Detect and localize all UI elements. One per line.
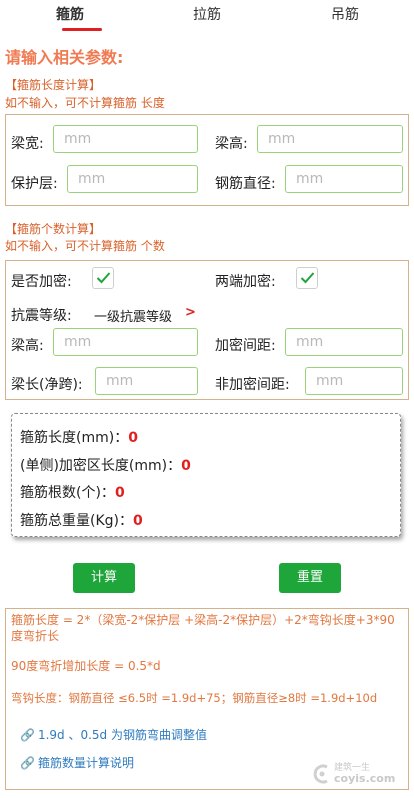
result-dense-zone: (单侧)加密区长度(mm)：0 (20, 455, 191, 475)
link-icon: 🔗 (20, 728, 35, 742)
input-prompt: 请输入相关参数: (5, 48, 124, 67)
result-count-label: 箍筋根数(个)： (20, 485, 115, 501)
section-count-subtitle: 如不输入，可不计算箍筋 个数 (5, 239, 165, 253)
check-icon (300, 272, 315, 284)
formula-hook-length: 弯钩长度：钢筋直径 ≤6.5时 =1.9d+75；钢筋直径≥8时 =1.9d+1… (11, 691, 378, 705)
result-count-value: 0 (114, 485, 125, 501)
section-count-title: 【箍筋个数计算】 (5, 222, 102, 236)
densify-label: 是否加密: (11, 274, 72, 290)
nondense-spacing-label: 非加密间距: (215, 377, 290, 393)
nondense-spacing-input[interactable]: mm (305, 367, 403, 395)
result-weight: 箍筋总重量(Kg)：0 (20, 510, 143, 530)
beam-height-count-label: 梁高: (11, 338, 44, 354)
both-ends-checkbox[interactable] (296, 267, 318, 289)
watermark-logo: 建筑一生 coyis.com (312, 760, 404, 790)
result-length: 箍筋长度(mm)：0 (20, 427, 138, 447)
beam-length-label: 梁长(净跨): (11, 377, 83, 393)
tab-stirrup[interactable]: 箍筋 (56, 4, 84, 24)
link-count-explanation-text: 箍筋数量计算说明 (37, 756, 134, 770)
chevron-right-icon[interactable]: > (185, 305, 196, 320)
section-length-title: 【箍筋长度计算】 (5, 78, 102, 92)
formula-stirrup-length: 箍筋长度 = 2*（梁宽-2*保护层 +梁高-2*保护层）+2*弯钩长度+3*9… (11, 613, 395, 643)
formula-bend-increment: 90度弯折增加长度 = 0.5*d (11, 659, 161, 673)
seismic-label: 抗震等级: (11, 308, 72, 324)
result-weight-value: 0 (133, 513, 143, 529)
beam-width-label: 梁宽: (11, 136, 44, 152)
reset-button[interactable]: 重置 (279, 563, 341, 593)
result-length-value: 0 (128, 430, 138, 446)
result-dense-zone-label: (单侧)加密区长度(mm)： (20, 458, 182, 474)
beam-height-input[interactable]: mm (257, 125, 403, 153)
results-panel: 箍筋长度(mm)：0 (单侧)加密区长度(mm)：0 箍筋根数(个)：0 箍筋总… (11, 413, 401, 537)
result-length-label: 箍筋长度(mm)： (20, 430, 129, 446)
dense-spacing-input[interactable]: mm (285, 328, 403, 356)
beam-height-label: 梁高: (215, 136, 248, 152)
both-ends-label: 两端加密: (215, 274, 276, 290)
section-length-subtitle: 如不输入，可不计算箍筋 长度 (5, 96, 165, 110)
cover-label: 保护层: (11, 176, 58, 192)
calculate-button[interactable]: 计算 (73, 563, 135, 593)
link-bend-adjustment[interactable]: 🔗 1.9d 、0.5d 为钢筋弯曲调整值 (20, 726, 207, 743)
watermark-icon (313, 764, 328, 784)
beam-width-input[interactable]: mm (53, 125, 198, 153)
link-icon: 🔗 (20, 756, 35, 770)
link-count-explanation[interactable]: 🔗 箍筋数量计算说明 (20, 754, 134, 771)
densify-checkbox[interactable] (92, 267, 114, 289)
count-input-panel: 是否加密: 两端加密: 抗震等级: 一级抗震等级 > 梁高: mm 加密间距: … (5, 260, 409, 400)
bar-diameter-input[interactable]: mm (285, 165, 403, 193)
result-weight-label: 箍筋总重量(Kg)： (20, 513, 133, 529)
dense-spacing-label: 加密间距: (215, 338, 276, 354)
bar-diameter-label: 钢筋直径: (215, 176, 276, 192)
beam-length-input[interactable]: mm (95, 367, 198, 395)
result-dense-zone-value: 0 (181, 458, 191, 474)
length-input-panel: 梁宽: mm 梁高: mm 保护层: mm 钢筋直径: mm (5, 114, 409, 206)
result-count: 箍筋根数(个)：0 (20, 482, 125, 502)
tab-tie-bar[interactable]: 拉筋 (193, 4, 221, 24)
cover-input[interactable]: mm (67, 165, 198, 193)
link-bend-adjustment-text: 1.9d 、0.5d 为钢筋弯曲调整值 (37, 728, 207, 742)
tab-hanger-bar[interactable]: 吊筋 (331, 4, 359, 24)
seismic-level-select[interactable]: 一级抗震等级 (94, 306, 172, 325)
tab-bar: 箍筋 拉筋 吊筋 (0, 0, 414, 34)
active-tab-indicator (62, 28, 102, 31)
beam-height-count-input[interactable]: mm (53, 328, 198, 356)
watermark-line2: coyis.com (334, 772, 396, 785)
check-icon (96, 272, 111, 284)
